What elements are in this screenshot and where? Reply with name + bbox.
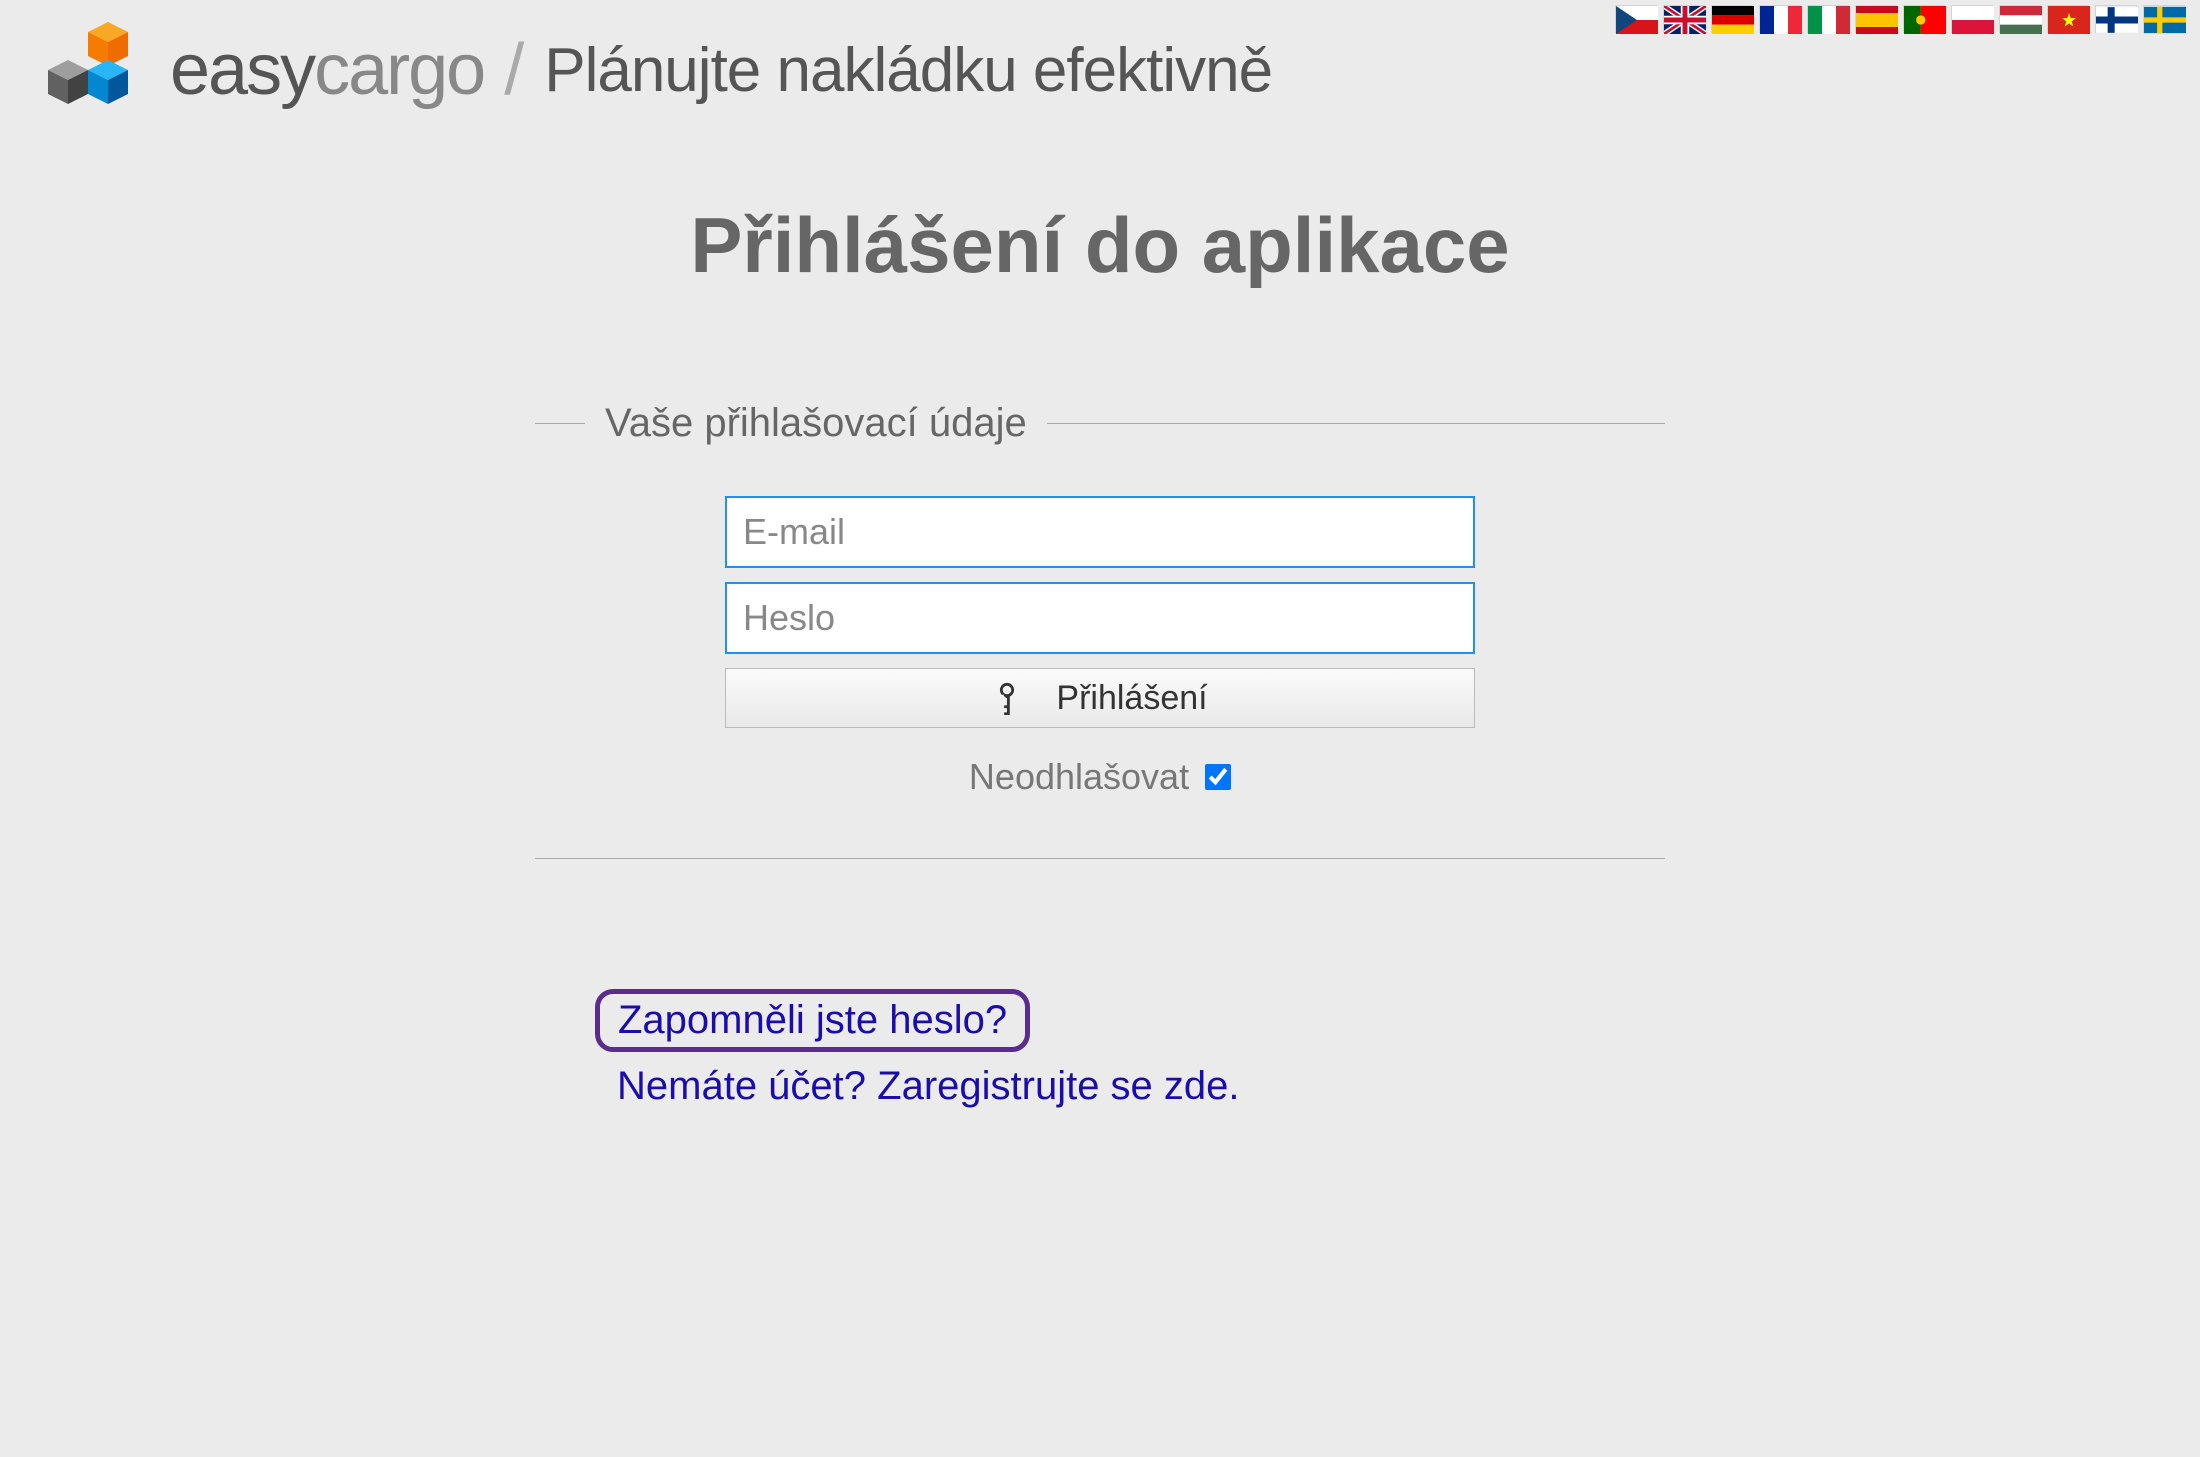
password-field[interactable] xyxy=(725,582,1475,654)
remember-row: Neodhlašovat xyxy=(969,756,1231,798)
flag-fi[interactable] xyxy=(2095,5,2137,33)
fieldset-line-right xyxy=(1047,423,1665,424)
main-content: Přihlášení do aplikace Vaše přihlašovací… xyxy=(0,140,2200,1109)
divider xyxy=(535,858,1665,859)
flag-gb[interactable] xyxy=(1663,5,1705,33)
logo-icon xyxy=(30,20,160,120)
forgot-password-link[interactable]: Zapomněli jste heslo? xyxy=(618,998,1007,1042)
page-title: Přihlášení do aplikace xyxy=(0,200,2200,291)
logo-area: easycargo xyxy=(30,20,484,120)
flag-fr[interactable] xyxy=(1759,5,1801,33)
flag-se[interactable] xyxy=(2143,5,2185,33)
key-icon xyxy=(992,681,1026,715)
brand-easy: easy xyxy=(170,30,314,110)
remember-checkbox[interactable] xyxy=(1205,764,1231,790)
forgot-password-highlight: Zapomněli jste heslo? xyxy=(595,989,1030,1052)
remember-label: Neodhlašovat xyxy=(969,756,1189,798)
email-field[interactable] xyxy=(725,496,1475,568)
login-form: Přihlášení Neodhlašovat xyxy=(535,476,1665,828)
fieldset-label: Vaše přihlašovací údaje xyxy=(585,401,1047,446)
flag-it[interactable] xyxy=(1807,5,1849,33)
links-area: Zapomněli jste heslo? Nemáte účet? Zareg… xyxy=(535,989,1665,1109)
flag-pt[interactable] xyxy=(1903,5,1945,33)
fieldset-line-left xyxy=(535,423,585,424)
language-flags xyxy=(1615,5,2185,33)
header-separator: / xyxy=(504,29,524,111)
flag-de[interactable] xyxy=(1711,5,1753,33)
flag-pl[interactable] xyxy=(1951,5,1993,33)
header: easycargo / Plánujte nakládku efektivně xyxy=(0,0,2200,140)
brand-cargo: cargo xyxy=(314,30,484,110)
tagline: Plánujte nakládku efektivně xyxy=(544,35,1272,106)
brand-name: easycargo xyxy=(170,29,484,111)
login-container: Vaše přihlašovací údaje Přihlášení Neodh… xyxy=(535,401,1665,1109)
login-button[interactable]: Přihlášení xyxy=(725,668,1475,728)
login-button-label: Přihlášení xyxy=(1056,679,1207,718)
flag-cz[interactable] xyxy=(1615,5,1657,33)
fieldset-header: Vaše přihlašovací údaje xyxy=(535,401,1665,446)
register-link[interactable]: Nemáte účet? Zaregistrujte se zde. xyxy=(617,1064,1665,1109)
flag-hu[interactable] xyxy=(1999,5,2041,33)
flag-vn[interactable] xyxy=(2047,5,2089,33)
flag-es[interactable] xyxy=(1855,5,1897,33)
